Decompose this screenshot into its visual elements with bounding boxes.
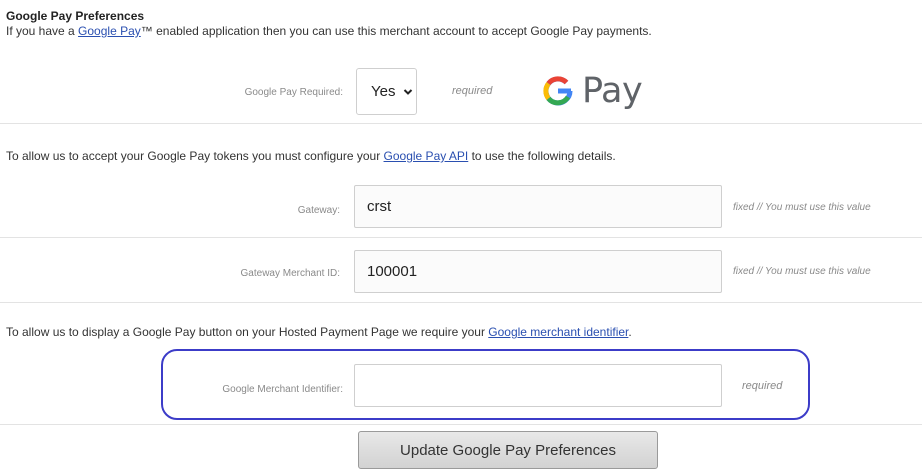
required-note: required	[452, 85, 493, 97]
google-g-icon	[543, 76, 573, 106]
button-info: To allow us to display a Google Pay butt…	[6, 325, 632, 339]
update-google-pay-preferences-button[interactable]: Update Google Pay Preferences	[358, 431, 658, 469]
chevron-down-icon	[404, 88, 413, 95]
google-pay-api-link[interactable]: Google Pay API	[384, 149, 469, 163]
gateway-field[interactable]: crst	[354, 185, 722, 228]
pay-text: Pay	[582, 71, 643, 111]
section-title: Google Pay Preferences	[6, 9, 145, 23]
highlight-outline	[161, 349, 810, 420]
gateway-merchant-id-field[interactable]: 100001	[354, 250, 722, 293]
tokens-info: To allow us to accept your Google Pay to…	[6, 149, 616, 163]
google-pay-link[interactable]: Google Pay	[78, 24, 141, 38]
button-info-suffix: .	[628, 325, 632, 339]
google-merchant-identifier-link[interactable]: Google merchant identifier	[488, 325, 628, 339]
google-pay-required-label: Google Pay Required:	[244, 87, 343, 98]
tokens-info-suffix: to use the following details.	[468, 149, 616, 163]
google-pay-required-select[interactable]: Yes	[356, 68, 417, 115]
divider	[0, 237, 922, 238]
divider	[0, 302, 922, 303]
select-value: Yes	[371, 83, 396, 100]
intro-suffix: ™ enabled application then you can use t…	[140, 24, 652, 38]
intro-text: If you have a Google Pay™ enabled applic…	[6, 24, 652, 38]
intro-prefix: If you have a	[6, 24, 79, 38]
gateway-label: Gateway:	[297, 205, 340, 216]
google-pay-logo: Pay	[540, 70, 643, 112]
divider	[0, 424, 922, 425]
button-info-prefix: To allow us to display a Google Pay butt…	[6, 325, 489, 339]
gateway-merchant-id-label: Gateway Merchant ID:	[240, 268, 340, 279]
divider	[0, 123, 922, 124]
tokens-info-prefix: To allow us to accept your Google Pay to…	[6, 149, 384, 163]
gateway-note: fixed // You must use this value	[733, 202, 871, 213]
gateway-merchant-id-note: fixed // You must use this value	[733, 266, 871, 277]
